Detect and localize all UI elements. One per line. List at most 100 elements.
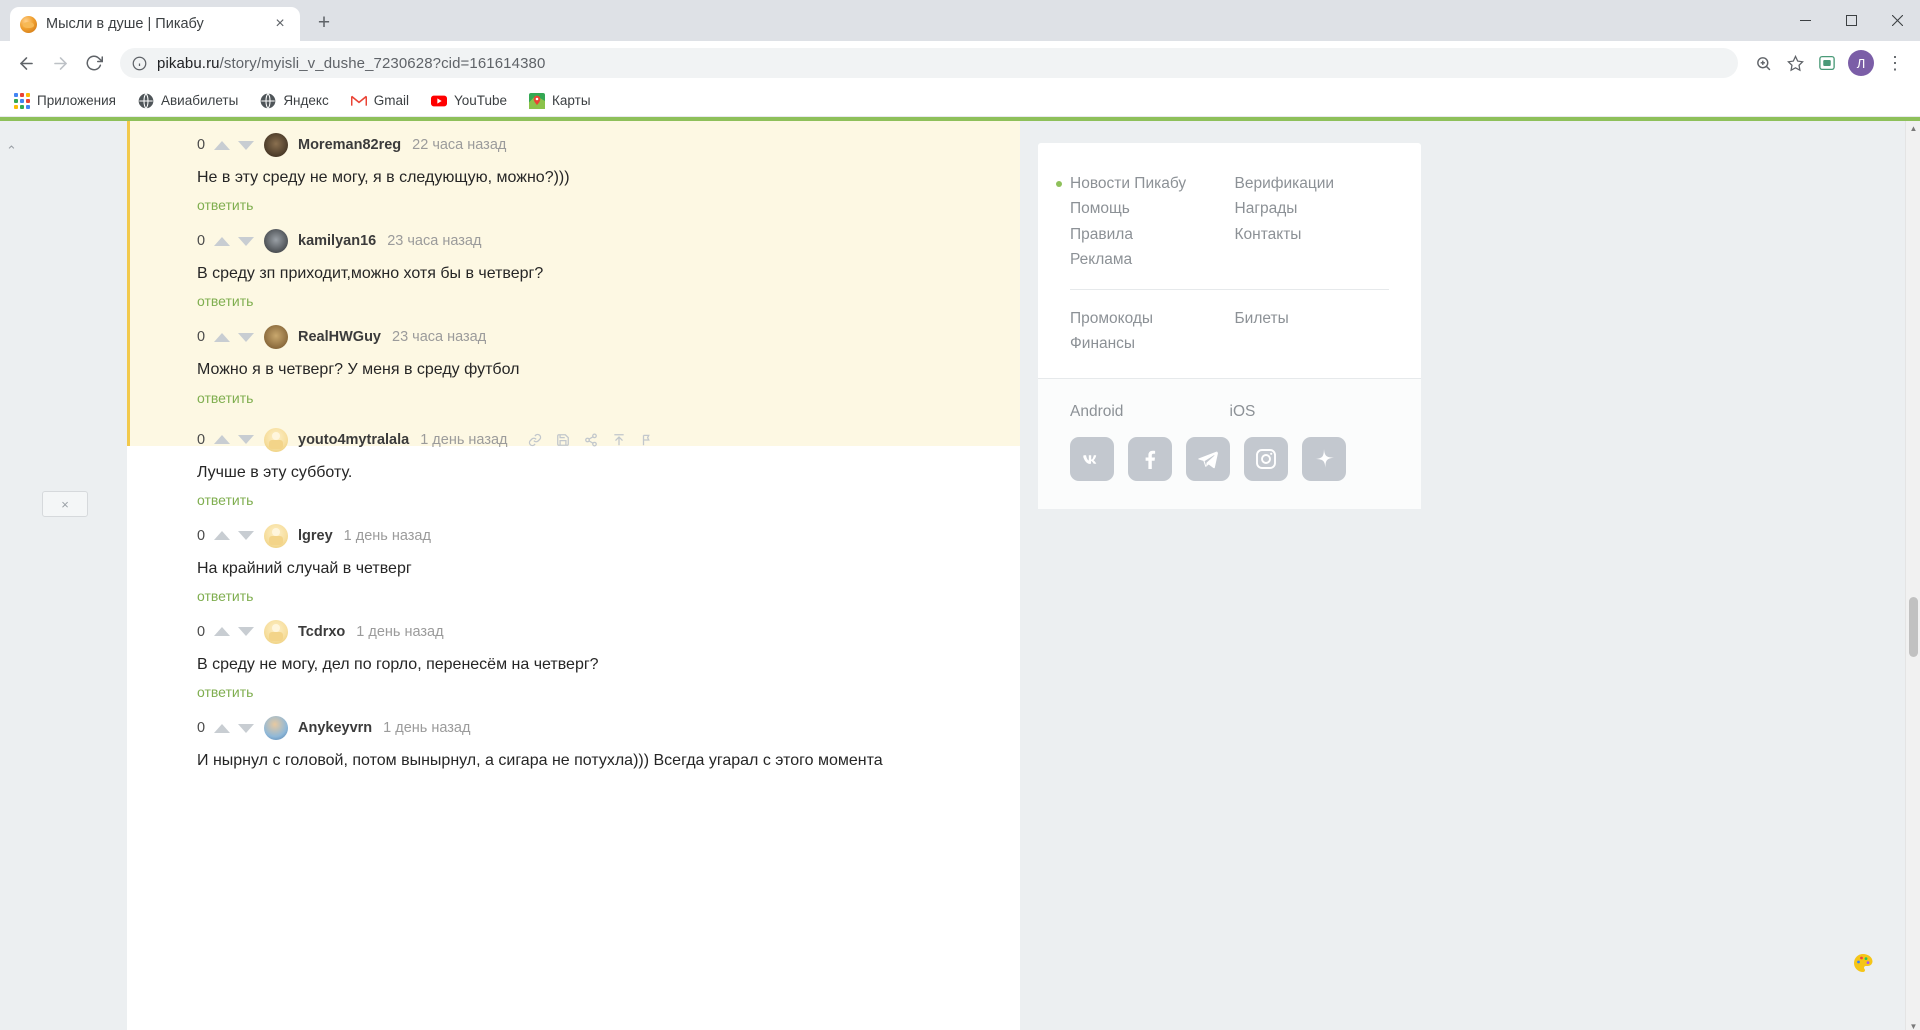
vk-icon[interactable] xyxy=(1070,437,1114,482)
bookmark-aviabilety[interactable]: Авиабилеты xyxy=(138,92,238,109)
bookmark-label: Gmail xyxy=(373,93,409,108)
downvote-icon[interactable] xyxy=(234,429,258,451)
sidebar-links-grid-2: Промокоды Билеты Финансы xyxy=(1070,306,1389,357)
avatar[interactable] xyxy=(264,619,288,644)
scroll-up-icon[interactable]: ▲ xyxy=(1906,121,1920,136)
bookmark-apps[interactable]: Приложения xyxy=(14,92,116,109)
app-link-android[interactable]: Android xyxy=(1070,403,1230,421)
upvote-icon[interactable] xyxy=(210,134,234,156)
comment-username[interactable]: Anykeyvrn xyxy=(298,720,372,736)
comment-username[interactable]: Moreman82reg xyxy=(298,137,401,153)
upvote-icon[interactable] xyxy=(210,326,234,348)
comment-item: 0 kamilyan16 23 часа назад В среду зп пр… xyxy=(197,228,1020,324)
sidebar-divider xyxy=(1070,288,1389,290)
reply-link[interactable]: ответить xyxy=(197,486,253,520)
downvote-icon[interactable] xyxy=(234,326,258,348)
downvote-icon[interactable] xyxy=(234,134,258,156)
comments-list: 0 Moreman82reg 22 часа назад Не в эту ср… xyxy=(127,121,1020,777)
sidebar-link-finance[interactable]: Финансы xyxy=(1070,331,1225,356)
minimize-icon[interactable] xyxy=(1782,0,1828,41)
page-scrollbar[interactable]: ▲ ▼ xyxy=(1905,121,1920,1030)
sidebar-link-news[interactable]: Новости Пикабу xyxy=(1056,171,1225,196)
reply-link[interactable]: ответить xyxy=(197,678,253,712)
telegram-icon[interactable] xyxy=(1186,437,1230,482)
sidebar-link-help[interactable]: Помощь xyxy=(1070,196,1225,221)
sidebar-link-promocodes[interactable]: Промокоды xyxy=(1070,306,1225,331)
bookmarks-bar: Приложения Авиабилеты Яндекс Gmail YouTu… xyxy=(0,85,1920,117)
reply-link[interactable]: ответить xyxy=(197,287,253,321)
comment-score: 0 xyxy=(197,329,206,346)
comment-username[interactable]: lgrey xyxy=(298,528,333,544)
avatar[interactable] xyxy=(264,523,288,548)
upvote-icon[interactable] xyxy=(210,525,234,547)
bookmark-maps[interactable]: Карты xyxy=(529,92,591,109)
upvote-icon[interactable] xyxy=(210,429,234,451)
scroll-to-top-icon[interactable]: ⌃ xyxy=(6,143,17,159)
close-icon[interactable]: × xyxy=(270,14,290,34)
sidebar-link-contacts[interactable]: Контакты xyxy=(1235,222,1390,247)
comment-score: 0 xyxy=(197,137,206,153)
avatar[interactable] xyxy=(264,716,288,741)
paint-tool-icon[interactable] xyxy=(1850,950,1876,976)
browser-menu-icon[interactable]: ⋮ xyxy=(1880,48,1910,78)
avatar[interactable] xyxy=(264,133,288,157)
zen-icon[interactable] xyxy=(1302,437,1346,482)
bookmark-star-icon[interactable] xyxy=(1780,48,1810,78)
zoom-icon[interactable] xyxy=(1748,48,1778,78)
maximize-icon[interactable] xyxy=(1828,0,1874,41)
new-tab-button[interactable]: + xyxy=(308,7,340,39)
comment-username[interactable]: RealHWGuy xyxy=(298,329,381,345)
profile-avatar[interactable]: Л xyxy=(1848,50,1874,76)
downvote-icon[interactable] xyxy=(234,230,258,252)
avatar[interactable] xyxy=(264,427,288,452)
instagram-icon[interactable] xyxy=(1244,437,1288,482)
sidebar-link-advertising[interactable]: Реклама xyxy=(1070,247,1225,272)
window-close-icon[interactable] xyxy=(1874,0,1920,41)
reply-link[interactable]: ответить xyxy=(197,191,253,225)
browser-tab[interactable]: Мысли в душе | Пикабу × xyxy=(10,7,300,41)
reply-link[interactable]: ответить xyxy=(197,384,253,418)
bookmark-label: Карты xyxy=(552,93,591,108)
avatar[interactable] xyxy=(264,325,288,350)
bookmark-yandex[interactable]: Яндекс xyxy=(260,92,329,109)
sidebar-link-awards[interactable]: Награды xyxy=(1235,196,1390,221)
comment-timestamp: 23 часа назад xyxy=(387,233,482,250)
comment-username[interactable]: youto4mytralala xyxy=(298,432,409,448)
app-link-ios[interactable]: iOS xyxy=(1230,403,1390,421)
sidebar-column: Новости Пикабу Верификации Помощь Наград… xyxy=(1020,121,1920,1030)
pikabu-favicon-icon xyxy=(20,15,37,33)
comment-timestamp: 1 день назад xyxy=(420,431,508,448)
flag-icon[interactable] xyxy=(640,432,655,447)
ad-close-button[interactable]: × xyxy=(42,491,88,517)
site-info-icon[interactable] xyxy=(132,56,147,71)
avatar[interactable] xyxy=(264,229,288,254)
comment-header: 0 Moreman82reg 22 часа назад xyxy=(197,132,1020,158)
share-icon[interactable] xyxy=(584,432,599,447)
sidebar-link-tickets[interactable]: Билеты xyxy=(1235,306,1390,331)
comment-username[interactable]: kamilyan16 xyxy=(298,233,376,249)
upvote-icon[interactable] xyxy=(210,230,234,252)
comment-username[interactable]: Tcdrxo xyxy=(298,624,345,640)
pin-icon[interactable] xyxy=(612,432,627,447)
scroll-down-icon[interactable]: ▼ xyxy=(1906,1019,1920,1030)
scrollbar-thumb[interactable] xyxy=(1909,597,1918,657)
extension-icon[interactable] xyxy=(1812,48,1842,78)
sidebar-link-verification[interactable]: Верификации xyxy=(1235,171,1390,196)
sidebar-link-rules[interactable]: Правила xyxy=(1070,222,1225,247)
bookmark-gmail[interactable]: Gmail xyxy=(350,93,409,109)
save-icon[interactable] xyxy=(556,432,571,447)
bookmark-youtube[interactable]: YouTube xyxy=(430,93,507,109)
back-icon[interactable] xyxy=(10,47,42,79)
browser-toolbar: pikabu.ru/story/myisli_v_dushe_7230628?c… xyxy=(0,41,1920,85)
downvote-icon[interactable] xyxy=(234,621,258,643)
facebook-icon[interactable] xyxy=(1128,437,1172,482)
address-bar[interactable]: pikabu.ru/story/myisli_v_dushe_7230628?c… xyxy=(120,48,1738,78)
reload-icon[interactable] xyxy=(78,47,110,79)
link-icon[interactable] xyxy=(528,432,543,447)
upvote-icon[interactable] xyxy=(210,717,234,739)
downvote-icon[interactable] xyxy=(234,525,258,547)
downvote-icon[interactable] xyxy=(234,717,258,739)
forward-icon[interactable] xyxy=(44,47,76,79)
reply-link[interactable]: ответить xyxy=(197,582,253,616)
upvote-icon[interactable] xyxy=(210,621,234,643)
